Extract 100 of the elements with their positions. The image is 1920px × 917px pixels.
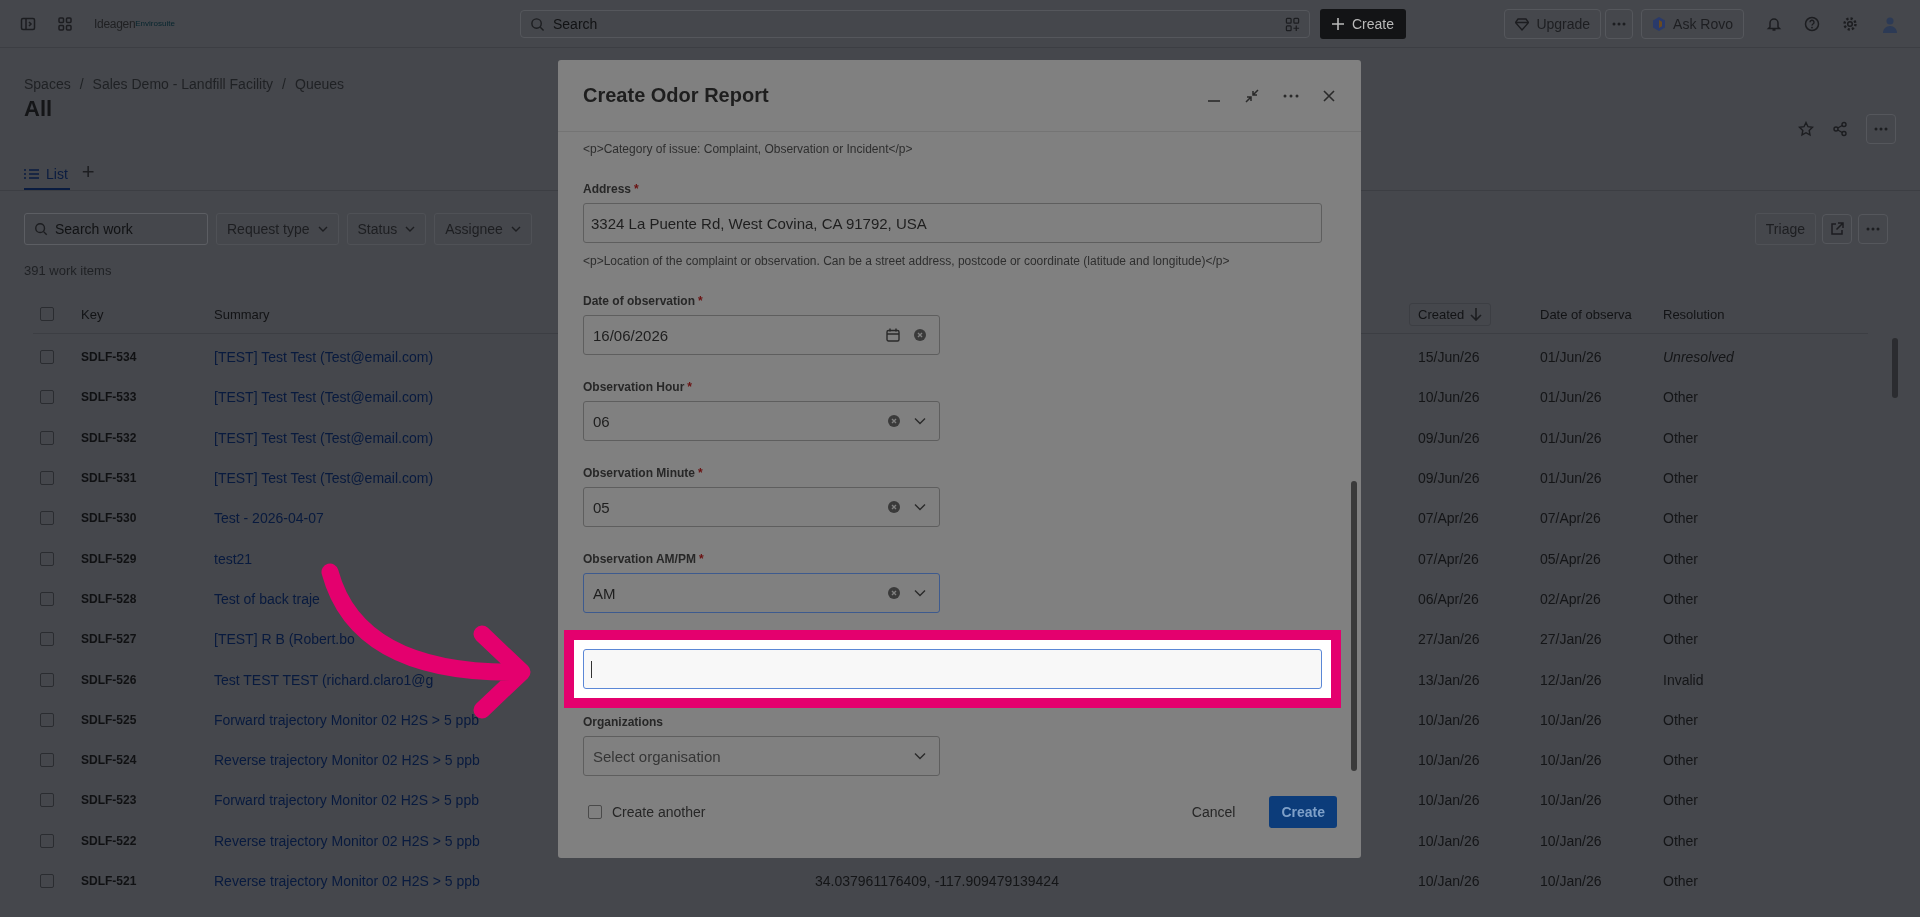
chevron-down-icon	[405, 226, 416, 232]
create-another-checkbox[interactable]	[588, 805, 602, 819]
scrollbar-thumb[interactable]	[1892, 338, 1898, 398]
clear-icon[interactable]	[888, 415, 900, 427]
row-checkbox[interactable]	[40, 430, 54, 445]
search-work-field[interactable]: Search work	[24, 213, 208, 245]
row-checkbox[interactable]	[40, 833, 54, 848]
column-header[interactable]: Created	[1409, 302, 1492, 326]
rovo-logo-icon	[1652, 16, 1667, 31]
field-label: Organizations	[583, 714, 663, 730]
plus-icon	[1332, 17, 1344, 30]
text-field[interactable]	[583, 649, 1322, 689]
issue-key: SDLF-533	[81, 390, 214, 405]
issue-key: SDLF-529	[81, 551, 214, 566]
row-checkbox[interactable]	[40, 350, 54, 365]
select-all-checkbox[interactable]	[40, 307, 54, 321]
checkbox-label[interactable]: Create another	[612, 804, 706, 820]
issue-key: SDLF-534	[81, 350, 214, 365]
breadcrumb-separator: /	[79, 76, 84, 92]
issue-key: SDLF-528	[81, 591, 214, 606]
clear-icon[interactable]	[914, 329, 926, 341]
row-checkbox[interactable]	[40, 390, 54, 405]
settings-icon[interactable]	[1842, 15, 1858, 32]
more-icon[interactable]	[1858, 214, 1888, 244]
required-mark: *	[698, 293, 703, 309]
sidebar-toggle-icon[interactable]	[20, 15, 36, 32]
row-checkbox[interactable]	[40, 672, 54, 687]
help-text: <p>Location of the complaint or observation. Can be a street address, postcode or coordinate (latitude and longitude)</p>	[583, 253, 1231, 269]
select-field[interactable]: AM	[583, 573, 940, 613]
field-label: Observation Minute	[583, 465, 695, 481]
column-header[interactable]: Summary	[214, 306, 270, 322]
collapse-icon[interactable]	[1245, 88, 1259, 103]
summary-link[interactable]: Reverse trajectory Monitor 02 H2S > 5 ppb	[214, 873, 815, 889]
chevron-down-icon[interactable]	[914, 589, 926, 597]
issue-key: SDLF-525	[81, 712, 214, 727]
field-label: Date of observation	[583, 293, 696, 309]
diamond-icon	[1515, 16, 1530, 31]
breadcrumb-separator: /	[282, 76, 286, 92]
search-icon	[530, 16, 545, 32]
row-checkbox[interactable]	[40, 753, 54, 768]
chevron-down-icon[interactable]	[914, 503, 926, 511]
arrow-down-icon	[1470, 307, 1483, 321]
cancel-button[interactable]: Cancel	[1179, 796, 1248, 828]
chevron-down-icon[interactable]	[914, 752, 926, 760]
view-tab[interactable]: List	[24, 160, 70, 190]
add-view-button[interactable]: +	[81, 162, 95, 188]
row-checkbox[interactable]	[40, 632, 54, 647]
row-checkbox[interactable]	[40, 793, 54, 808]
close-icon[interactable]	[1323, 89, 1335, 102]
help-icon[interactable]	[1804, 15, 1820, 32]
select-field[interactable]: 06	[583, 401, 940, 441]
search-field[interactable]: Search	[520, 9, 1310, 38]
help-text: <p>Category of issue: Complaint, Observation or Incident</p>	[583, 141, 914, 157]
open-external-icon[interactable]	[1822, 214, 1852, 244]
search-icon	[34, 222, 48, 236]
filter-grid-icon[interactable]	[1285, 16, 1300, 32]
required-mark: *	[698, 465, 703, 481]
issue-key: SDLF-524	[81, 753, 214, 768]
issue-key: SDLF-521	[81, 874, 214, 888]
create-button[interactable]: Create	[1269, 796, 1337, 828]
create-button[interactable]: Create	[1320, 8, 1407, 39]
issue-key: SDLF-526	[81, 672, 214, 687]
field-label: Observation Hour	[583, 379, 685, 395]
date-field[interactable]: 16/06/2026	[583, 315, 940, 355]
issue-key: SDLF-530	[81, 511, 214, 526]
bell-icon[interactable]	[1766, 15, 1782, 32]
share-icon[interactable]	[1832, 121, 1848, 137]
row-checkbox[interactable]	[40, 591, 54, 606]
row-checkbox[interactable]	[40, 551, 54, 566]
required-mark: *	[698, 551, 704, 567]
row-checkbox[interactable]	[40, 712, 54, 727]
star-icon[interactable]	[1798, 121, 1814, 137]
chevron-down-icon[interactable]	[914, 417, 926, 425]
row-checkbox[interactable]	[40, 511, 54, 526]
issue-key: SDLF-527	[81, 632, 214, 647]
clear-icon[interactable]	[888, 501, 900, 513]
issue-key: SDLF-531	[81, 471, 214, 486]
issue-key: SDLF-532	[81, 430, 214, 445]
calendar-icon[interactable]	[886, 328, 900, 342]
scrollbar-thumb[interactable]	[1351, 481, 1357, 771]
issue-key: SDLF-523	[81, 793, 214, 808]
list-icon	[24, 168, 39, 180]
chevron-down-icon	[510, 226, 521, 232]
select-field[interactable]: Select organisation	[583, 736, 940, 776]
more-icon[interactable]	[1866, 114, 1896, 144]
apps-grid-icon[interactable]	[57, 15, 73, 32]
chevron-down-icon	[317, 226, 328, 232]
field-label: Address	[583, 181, 632, 197]
row-checkbox[interactable]	[40, 874, 54, 888]
column-header[interactable]: Key	[81, 306, 104, 322]
more-icon[interactable]	[1283, 93, 1299, 98]
row-checkbox[interactable]	[40, 471, 54, 486]
select-field[interactable]: 05	[583, 487, 940, 527]
clear-icon[interactable]	[888, 587, 900, 599]
text-field[interactable]: 3324 La Puente Rd, West Covina, CA 91792, USA	[583, 203, 1322, 243]
field-label: Observation AM/PM	[583, 551, 696, 567]
required-mark: *	[687, 379, 693, 395]
more-icon[interactable]	[1605, 8, 1634, 39]
dialog-title: Create Odor Report	[583, 84, 769, 107]
required-mark: *	[634, 181, 639, 197]
